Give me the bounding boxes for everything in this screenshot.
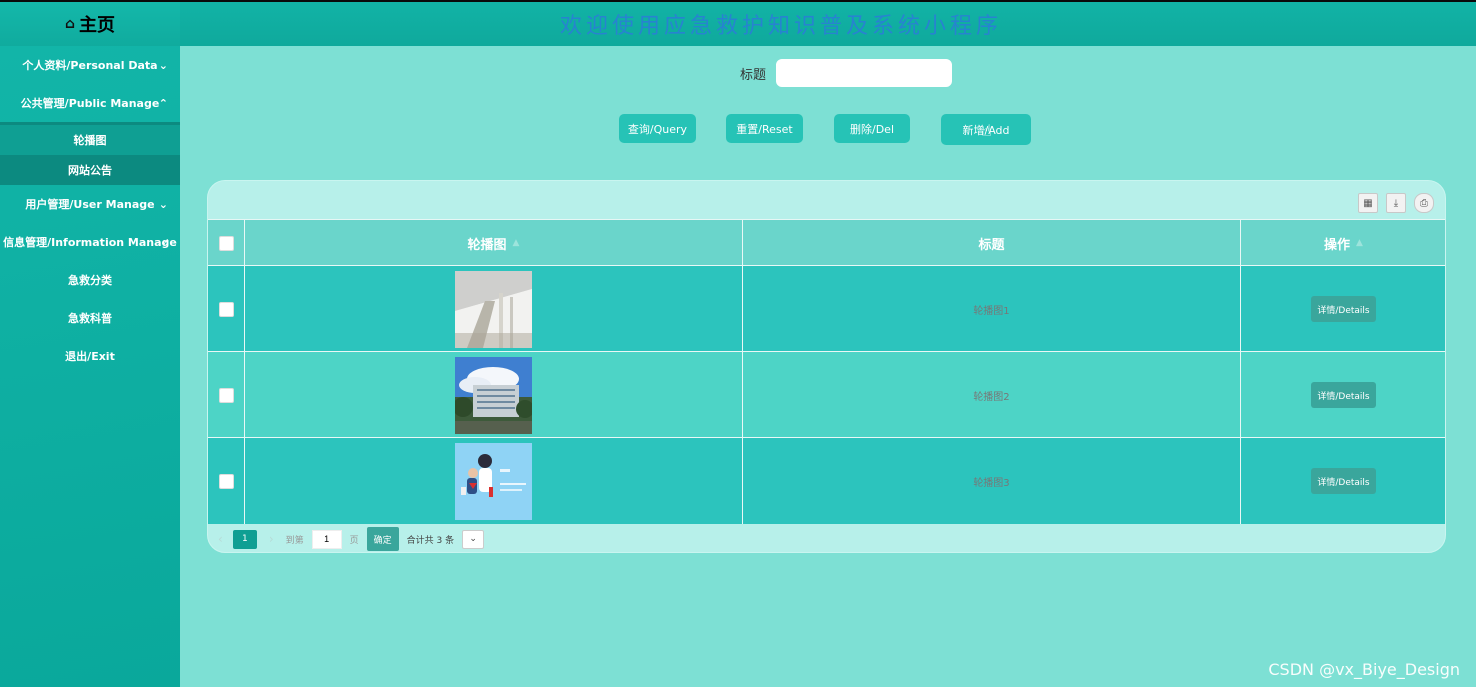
row-checkbox-cell	[208, 266, 245, 352]
delete-button[interactable]: 删除/Del	[834, 114, 910, 143]
select-all-checkbox[interactable]	[218, 235, 234, 251]
table-row: 轮播图1 详情/Details	[208, 265, 1445, 352]
pagination: ‹ 1 › 到第 页 确定 合计共 3 条 ⌄	[208, 525, 1445, 552]
home-icon: ⌂	[64, 16, 76, 32]
brand-label: 主页	[79, 15, 116, 36]
row-checkbox[interactable]	[218, 473, 234, 489]
search-label: 标题	[740, 67, 767, 83]
table-row: 轮播图2 详情/Details	[208, 351, 1445, 438]
column-header-carousel[interactable]: 轮播图 ▲	[245, 220, 743, 266]
carousel-thumbnail	[455, 442, 532, 520]
search-input[interactable]	[776, 59, 953, 87]
image-cell	[245, 438, 743, 524]
sidebar-item-label: 退出/Exit	[65, 350, 115, 363]
select-all-cell	[208, 220, 245, 266]
sidebar-item-label: 公共管理/Public Manage	[20, 97, 160, 110]
column-header-label: 轮播图	[467, 237, 507, 253]
image-cell	[245, 352, 743, 438]
details-button[interactable]: 详情/Details	[1311, 468, 1376, 494]
title-cell: 轮播图3	[743, 438, 1241, 524]
chevron-down-icon: ⌄	[158, 58, 168, 72]
pointer-cursor-icon: ☝	[982, 121, 992, 140]
chevron-down-icon: ⌄	[469, 534, 477, 544]
chevron-down-icon: ⌄	[158, 197, 168, 211]
sidebar-item-first-aid-category[interactable]: 急救分类	[0, 261, 180, 299]
column-header-actions[interactable]: 操作 ▲	[1241, 220, 1445, 266]
chevron-left-icon[interactable]: ‹	[218, 532, 223, 546]
building-photo-icon	[455, 356, 532, 434]
sidebar-item-exit[interactable]: 退出/Exit	[0, 337, 180, 375]
interior-photo-icon	[455, 270, 532, 348]
print-icon[interactable]: ⎙	[1414, 193, 1434, 213]
sidebar-item-user-manage[interactable]: 用户管理/User Manage ⌄	[0, 185, 180, 223]
action-cell: 详情/Details	[1241, 352, 1445, 438]
title-cell: 轮播图2	[743, 352, 1241, 438]
current-page[interactable]: 1	[232, 529, 257, 549]
watermark: CSDN @vx_Biye_Design	[1268, 660, 1460, 679]
action-cell: 详情/Details	[1241, 266, 1445, 352]
columns-icon[interactable]: ▦	[1358, 193, 1378, 213]
image-cell	[245, 266, 743, 352]
goto-label: 到第	[285, 535, 304, 546]
total-count: 合计共 3 条	[406, 535, 455, 546]
search-row: 标题	[740, 58, 953, 88]
sidebar-submenu: 轮播图 网站公告	[0, 122, 180, 185]
column-header-title: 标题	[743, 220, 1241, 266]
medical-illustration-icon	[455, 442, 532, 520]
home-link[interactable]: ⌂ 主页	[0, 2, 180, 46]
carousel-thumbnail	[455, 270, 532, 348]
sidebar-item-label: 信息管理/Information Manage	[3, 236, 177, 249]
row-checkbox[interactable]	[218, 387, 234, 403]
title-cell: 轮播图1	[743, 266, 1241, 352]
row-checkbox-cell	[208, 352, 245, 438]
confirm-button[interactable]: 确定	[366, 527, 399, 551]
top-header: ⌂ 主页 欢迎使用应急救护知识普及系统小程序	[0, 0, 1476, 46]
query-button[interactable]: 查询/Query	[619, 114, 696, 143]
details-button[interactable]: 详情/Details	[1311, 382, 1376, 408]
reset-button[interactable]: 重置/Reset	[726, 114, 803, 143]
system-title: 欢迎使用应急救护知识普及系统小程序	[560, 14, 1003, 39]
check-icon: ✓	[160, 235, 170, 249]
page-size-select[interactable]: ⌄	[462, 529, 485, 549]
export-icon[interactable]: ⤓	[1386, 193, 1406, 213]
table-row: 轮播图3 详情/Details	[208, 437, 1445, 524]
sidebar-item-label: 用户管理/User Manage	[25, 198, 155, 211]
sidebar-item-public-manage[interactable]: 公共管理/Public Manage ⌃	[0, 84, 180, 122]
sort-icon[interactable]: ▲	[1356, 238, 1363, 248]
column-header-label: 操作	[1324, 237, 1351, 253]
sidebar-item-label: 急救分类	[68, 274, 112, 287]
row-checkbox[interactable]	[218, 301, 234, 317]
sidebar-item-label: 个人资料/Personal Data	[22, 59, 158, 72]
sidebar-item-information-manage[interactable]: 信息管理/Information Manage ✓	[0, 223, 180, 261]
sidebar-subitem-carousel[interactable]: 轮播图	[0, 125, 180, 155]
sidebar-item-label: 急救科普	[68, 312, 112, 325]
chevron-up-icon: ⌃	[158, 96, 168, 110]
page-unit: 页	[349, 535, 359, 546]
chevron-right-icon[interactable]: ›	[269, 532, 274, 546]
page-input[interactable]	[311, 529, 342, 549]
carousel-thumbnail	[455, 356, 532, 434]
table-card: ▦ ⤓ ⎙ 轮播图 ▲ 标题 操作 ▲ 轮播图1 详情/Details 轮播图2…	[207, 180, 1446, 553]
table-header: 轮播图 ▲ 标题 操作 ▲	[208, 219, 1445, 266]
sidebar: 个人资料/Personal Data ⌄ 公共管理/Public Manage …	[0, 46, 180, 687]
row-checkbox-cell	[208, 438, 245, 524]
action-cell: 详情/Details	[1241, 438, 1445, 524]
sidebar-subitem-announcement[interactable]: 网站公告	[0, 155, 180, 185]
details-button[interactable]: 详情/Details	[1311, 296, 1376, 322]
sidebar-item-personal-data[interactable]: 个人资料/Personal Data ⌄	[0, 46, 180, 84]
sidebar-item-first-aid-science[interactable]: 急救科普	[0, 299, 180, 337]
sort-icon[interactable]: ▲	[513, 238, 520, 248]
column-header-label: 标题	[978, 237, 1005, 253]
